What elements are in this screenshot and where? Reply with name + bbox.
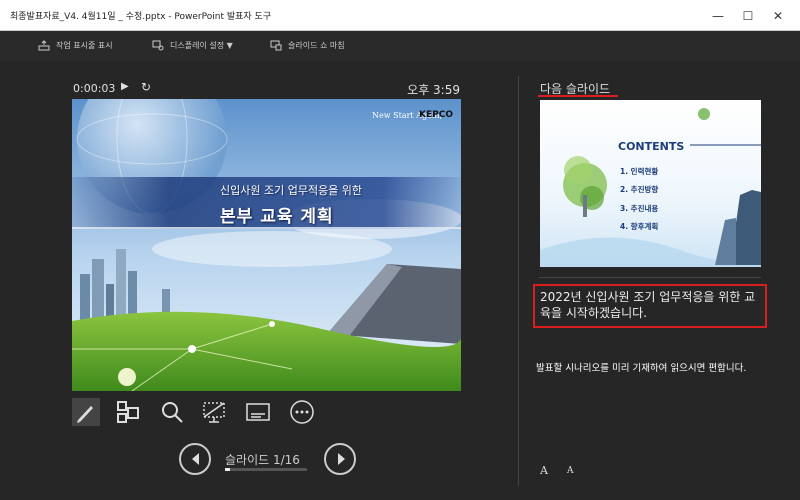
- chevron-right-icon: [338, 453, 345, 465]
- notes-hint: 발표할 시나리오를 미리 기재하여 읽으시면 편합니다.: [536, 363, 747, 374]
- slide-title: 본부 교육 계획: [220, 207, 334, 227]
- slide-background: [72, 99, 461, 391]
- next-slide-heading: CONTENTS: [618, 140, 685, 153]
- taskbar-icon: [38, 40, 50, 51]
- end-slideshow-button[interactable]: 슬라이드 쇼 마침: [270, 40, 345, 51]
- slide-subtitle: 신입사원 조기 업무적응을 위한: [220, 184, 363, 197]
- display-settings-icon: [152, 40, 164, 51]
- close-button[interactable]: ✕: [768, 6, 788, 26]
- show-taskbar-label: 작업 표시줄 표시: [56, 41, 113, 50]
- current-slide[interactable]: New Start Again, KEPCO 신입사원 조기 업무적응을 위한 …: [72, 99, 461, 391]
- reset-timer-icon[interactable]: ↻: [141, 80, 151, 94]
- slide-brand-logo: KEPCO: [419, 110, 453, 120]
- minimize-button[interactable]: —: [708, 6, 728, 26]
- window-title: 최종발표자료_V4. 4월11일 _ 수정.pptx - PowerPoint …: [10, 12, 272, 22]
- decrease-font-button[interactable]: A: [567, 466, 574, 476]
- title-bar: 최종발표자료_V4. 4월11일 _ 수정.pptx - PowerPoint …: [0, 0, 800, 31]
- zoom-icon[interactable]: [158, 398, 186, 426]
- increase-font-button[interactable]: A: [540, 464, 548, 477]
- black-screen-icon[interactable]: [200, 398, 228, 426]
- slide-progress-fill: [225, 468, 231, 471]
- play-icon[interactable]: ▶: [121, 81, 129, 92]
- more-options-icon[interactable]: [288, 398, 316, 426]
- speaker-notes[interactable]: 2022년 신입사원 조기 업무적응을 위한 교육을 시작하겠습니다.: [540, 289, 766, 321]
- next-slide-button[interactable]: [324, 443, 356, 475]
- notes-separator: [539, 277, 761, 278]
- display-settings-label: 디스플레이 설정 ▼: [170, 41, 233, 50]
- pane-divider[interactable]: [518, 76, 519, 486]
- next-slide-preview[interactable]: CONTENTS 1. 인력현황 2. 추진방향 3. 추진내용 4. 향후계획: [540, 100, 761, 267]
- slide-progress-bar: [225, 468, 307, 471]
- elapsed-timer: 0:00:03: [73, 82, 116, 95]
- next-slide-item: 4. 향후계획: [620, 222, 659, 231]
- pen-icon[interactable]: [72, 398, 100, 426]
- end-slideshow-label: 슬라이드 쇼 마침: [288, 41, 345, 50]
- clock: 오후 3:59: [407, 83, 460, 97]
- presenter-toolbar: 작업 표시줄 표시 디스플레이 설정 ▼ 슬라이드 쇼 마침: [0, 31, 800, 61]
- next-slide-highlight: [538, 95, 618, 97]
- display-settings-button[interactable]: 디스플레이 설정 ▼: [152, 40, 233, 51]
- show-taskbar-button[interactable]: 작업 표시줄 표시: [38, 40, 113, 51]
- next-slide-item: 3. 추진내용: [620, 204, 659, 213]
- next-slide-item: 2. 추진방향: [620, 185, 659, 194]
- previous-slide-button[interactable]: [179, 443, 211, 475]
- slide-counter[interactable]: 슬라이드 1/16: [225, 451, 300, 468]
- next-slide-item: 1. 인력현황: [620, 167, 659, 176]
- maximize-button[interactable]: ☐: [738, 6, 758, 26]
- chevron-left-icon: [192, 453, 199, 465]
- slide-grid-icon[interactable]: [114, 398, 142, 426]
- end-show-icon: [270, 40, 282, 51]
- subtitles-icon[interactable]: [244, 398, 272, 426]
